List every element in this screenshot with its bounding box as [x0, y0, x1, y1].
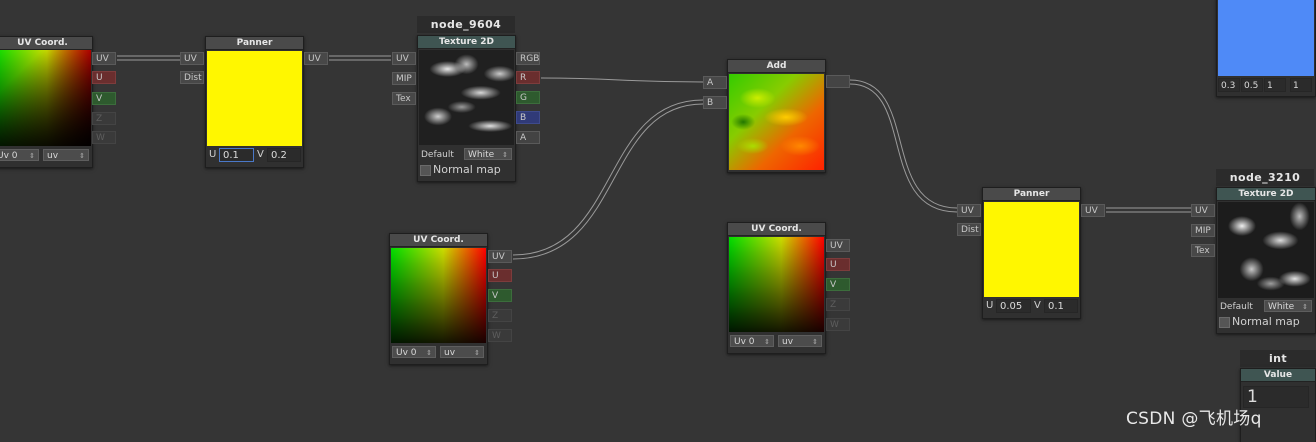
output-port-u[interactable]: U	[488, 269, 512, 282]
uv-coord-node-mid[interactable]: UV Coord. Uv 0 ⇕ uv ⇕	[389, 233, 488, 365]
node-name-label: node_9604	[417, 16, 515, 33]
add-node[interactable]: Add	[727, 59, 826, 173]
default-value-select[interactable]: White ⇕	[1264, 300, 1312, 312]
panner-node-1[interactable]: Panner U 0.1 V 0.2	[205, 36, 304, 168]
v-label: V	[1034, 300, 1041, 311]
metal-texture-preview	[1218, 202, 1314, 298]
uv-type-select[interactable]: uv ⇕	[778, 335, 822, 347]
default-value-select[interactable]: White ⇕	[464, 148, 512, 160]
node-title: Texture 2D	[1217, 188, 1315, 201]
output-port-result[interactable]	[826, 75, 850, 88]
uv-coord-node-right[interactable]: UV Coord. Uv 0 ⇕ uv ⇕	[727, 222, 826, 354]
output-port-z[interactable]: Z	[826, 298, 850, 311]
output-port-v[interactable]: V	[826, 278, 850, 291]
uv-type-select[interactable]: uv ⇕	[440, 346, 484, 358]
v-value-field[interactable]: 0.1	[1044, 299, 1078, 313]
color-a-field[interactable]: 1	[1290, 78, 1312, 92]
input-port-b[interactable]: B	[703, 96, 727, 109]
wire-add-to-panner2	[849, 79, 958, 209]
input-port-dist[interactable]: Dist	[180, 71, 204, 84]
output-port-w[interactable]: W	[488, 329, 512, 342]
output-port-uv[interactable]: UV	[488, 250, 512, 263]
output-port-v[interactable]: V	[488, 289, 512, 302]
color-r-field[interactable]: 0.3	[1218, 78, 1240, 92]
input-port-uv[interactable]: UV	[957, 204, 981, 217]
texture-2d-node-1[interactable]: Texture 2D Default White ⇕ Normal map	[417, 35, 516, 182]
node-title: UV Coord.	[390, 234, 487, 247]
output-port-b[interactable]: B	[516, 111, 540, 124]
input-port-mip[interactable]: MIP	[1191, 224, 1215, 237]
input-port-a[interactable]: A	[703, 76, 727, 89]
watermark-text: CSDN @飞机场q	[1126, 409, 1262, 429]
node-title: Panner	[983, 188, 1080, 201]
u-label: U	[209, 149, 217, 160]
input-port-tex[interactable]: Tex	[392, 92, 416, 105]
uv-coord-node-left[interactable]: UV Coord. Uv 0 ⇕ uv ⇕	[0, 36, 93, 168]
color-swatch-preview	[1218, 0, 1314, 76]
u-label: U	[986, 300, 994, 311]
input-port-uv[interactable]: UV	[1191, 204, 1215, 217]
input-port-uv[interactable]: UV	[392, 52, 416, 65]
output-port-u[interactable]: U	[92, 71, 116, 84]
add-result-preview	[729, 74, 824, 170]
output-port-uv[interactable]: UV	[1081, 204, 1105, 217]
normal-map-label: Normal map	[433, 163, 501, 176]
color-b-field[interactable]: 1	[1264, 78, 1286, 92]
normal-map-label: Normal map	[1232, 315, 1300, 328]
default-label: Default	[1220, 302, 1253, 312]
panner-preview	[207, 51, 302, 146]
uv-channel-select[interactable]: Uv 0 ⇕	[392, 346, 436, 358]
panner-preview	[984, 202, 1079, 297]
output-port-a[interactable]: A	[516, 131, 540, 144]
default-label: Default	[421, 150, 454, 160]
node-title: Texture 2D	[418, 36, 515, 49]
node-name-label: int	[1240, 350, 1316, 367]
output-port-w[interactable]: W	[92, 131, 116, 144]
input-port-tex[interactable]: Tex	[1191, 244, 1215, 257]
input-port-mip[interactable]: MIP	[392, 72, 416, 85]
noise-texture-preview	[419, 50, 514, 145]
output-port-uv[interactable]: UV	[304, 52, 328, 65]
node-title: UV Coord.	[728, 223, 825, 236]
input-port-dist[interactable]: Dist	[957, 223, 981, 236]
uv-type-select[interactable]: uv ⇕	[43, 149, 89, 161]
output-port-uv[interactable]: UV	[826, 239, 850, 252]
node-title: Panner	[206, 37, 303, 50]
color-node[interactable]: 0.3 0.5 1 1	[1216, 0, 1316, 97]
output-port-z[interactable]: Z	[92, 112, 116, 125]
output-port-rgb[interactable]: RGB	[516, 52, 540, 65]
output-port-r[interactable]: R	[516, 71, 540, 84]
output-port-u[interactable]: U	[826, 258, 850, 271]
node-title: UV Coord.	[0, 37, 92, 50]
uv-channel-select[interactable]: Uv 0 ⇕	[0, 149, 39, 161]
v-value-field[interactable]: 0.2	[267, 148, 301, 162]
wire-uvmid-to-add-b	[512, 99, 704, 256]
wire-texture1-r-to-add-a	[540, 77, 704, 83]
output-port-uv[interactable]: UV	[92, 52, 116, 65]
color-g-field[interactable]: 0.5	[1241, 78, 1263, 92]
node-title: Add	[728, 60, 825, 73]
uv-channel-select[interactable]: Uv 0 ⇕	[730, 335, 774, 347]
connection-wires	[117, 55, 1191, 260]
node-name-label: node_3210	[1216, 169, 1314, 186]
texture-2d-node-2[interactable]: Texture 2D Default White ⇕ Normal map	[1216, 187, 1316, 334]
u-value-field[interactable]: 0.1	[219, 148, 254, 162]
input-port-uv[interactable]: UV	[180, 52, 204, 65]
node-title: Value	[1241, 369, 1315, 382]
output-port-w[interactable]: W	[826, 318, 850, 331]
u-value-field[interactable]: 0.05	[996, 299, 1031, 313]
output-port-g[interactable]: G	[516, 91, 540, 104]
output-port-z[interactable]: Z	[488, 309, 512, 322]
output-port-v[interactable]: V	[92, 92, 116, 105]
panner-node-2[interactable]: Panner U 0.05 V 0.1	[982, 187, 1081, 319]
v-label: V	[257, 149, 264, 160]
normal-map-checkbox[interactable]	[1219, 317, 1230, 328]
normal-map-checkbox[interactable]	[420, 165, 431, 176]
